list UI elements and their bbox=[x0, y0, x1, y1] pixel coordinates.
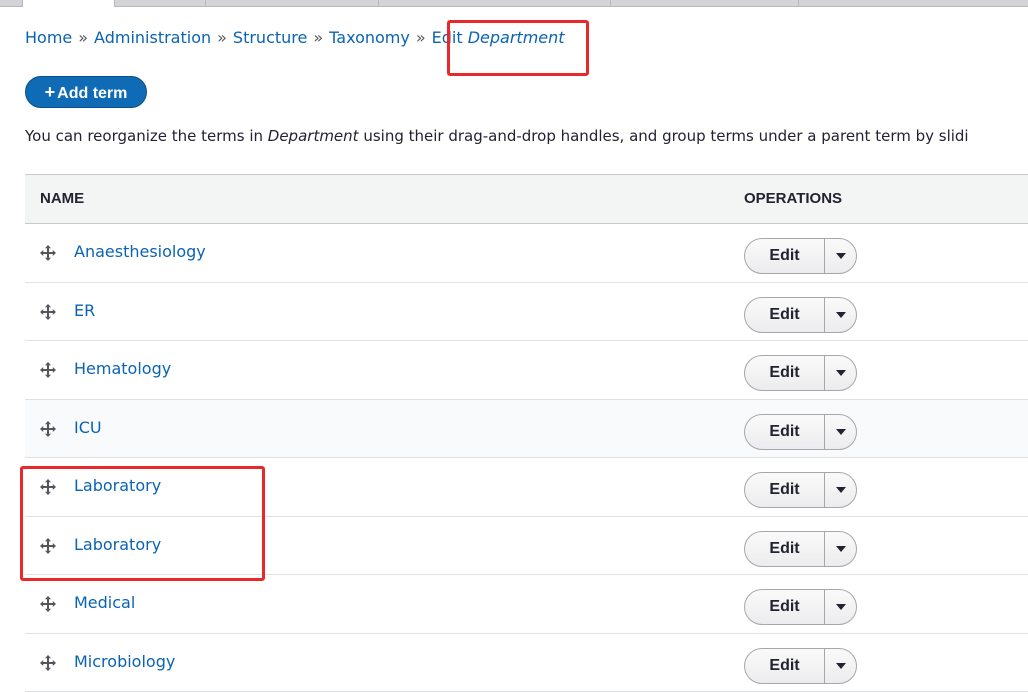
drag-handle-icon[interactable] bbox=[39, 244, 57, 262]
edit-button[interactable]: Edit bbox=[745, 415, 824, 449]
operations-dropbutton: Edit bbox=[744, 238, 857, 274]
dropbutton-toggle[interactable] bbox=[825, 532, 857, 566]
term-link[interactable]: Laboratory bbox=[74, 458, 161, 514]
breadcrumb-separator: » bbox=[410, 28, 432, 47]
operations-dropbutton: Edit bbox=[744, 355, 857, 391]
help-text-after: using their drag-and-drop handles, and g… bbox=[359, 127, 969, 145]
operations-dropbutton: Edit bbox=[744, 531, 857, 567]
edit-button[interactable]: Edit bbox=[745, 356, 824, 390]
drag-handle-icon[interactable] bbox=[39, 537, 57, 555]
edit-button[interactable]: Edit bbox=[745, 473, 824, 507]
dropbutton-toggle[interactable] bbox=[825, 298, 857, 332]
dropbutton-toggle[interactable] bbox=[825, 415, 857, 449]
breadcrumb-vocabulary: Department bbox=[468, 28, 565, 47]
tab-divider bbox=[798, 0, 799, 6]
help-text-vocabulary: Department bbox=[268, 127, 359, 145]
breadcrumb-edit[interactable]: Edit Department bbox=[432, 28, 565, 47]
breadcrumb-separator: » bbox=[307, 28, 329, 47]
dropbutton-toggle[interactable] bbox=[825, 473, 857, 507]
breadcrumb-structure[interactable]: Structure bbox=[233, 28, 307, 47]
operations-dropbutton: Edit bbox=[744, 589, 857, 625]
tab-divider bbox=[610, 0, 611, 6]
table-row: ICU Edit bbox=[25, 400, 1028, 459]
column-header-operations: OPERATIONS bbox=[744, 175, 842, 223]
help-text-before: You can reorganize the terms in bbox=[25, 127, 268, 145]
table-row: Laboratory Edit bbox=[25, 517, 1028, 576]
drag-handle-icon[interactable] bbox=[39, 303, 57, 321]
operations-dropbutton: Edit bbox=[744, 414, 857, 450]
drag-handle-icon[interactable] bbox=[39, 361, 57, 379]
operations-dropbutton: Edit bbox=[744, 472, 857, 508]
table-body: AnaesthesiologyEditEREditHematologyEditI… bbox=[25, 224, 1028, 692]
edit-button[interactable]: Edit bbox=[745, 239, 824, 273]
drag-handle-icon[interactable] bbox=[39, 654, 57, 672]
edit-button[interactable]: Edit bbox=[745, 590, 824, 624]
table-header: NAME OPERATIONS bbox=[25, 174, 1028, 224]
table-row: Laboratory Edit bbox=[25, 458, 1028, 517]
edit-button[interactable]: Edit bbox=[745, 649, 824, 683]
dropbutton-toggle[interactable] bbox=[825, 239, 857, 273]
add-term-label: Add term bbox=[57, 85, 127, 102]
table-row: Anaesthesiology Edit bbox=[25, 224, 1028, 283]
dropbutton-toggle[interactable] bbox=[825, 356, 857, 390]
term-link[interactable]: ER bbox=[74, 283, 95, 339]
term-link[interactable]: Laboratory bbox=[74, 517, 161, 573]
term-link[interactable]: ICU bbox=[74, 400, 102, 456]
term-link[interactable]: Hematology bbox=[74, 341, 171, 397]
term-link[interactable]: Anaesthesiology bbox=[74, 224, 206, 280]
table-row: ER Edit bbox=[25, 283, 1028, 342]
breadcrumb-edit-label: Edit bbox=[432, 28, 463, 47]
operations-dropbutton: Edit bbox=[744, 648, 857, 684]
table-row: Medical Edit bbox=[25, 575, 1028, 634]
help-text: You can reorganize the terms in Departme… bbox=[25, 125, 969, 147]
tab-active[interactable] bbox=[22, 0, 115, 7]
tabs-strip bbox=[0, 0, 1028, 7]
edit-button[interactable]: Edit bbox=[745, 532, 824, 566]
table-row: Hematology Edit bbox=[25, 341, 1028, 400]
dropbutton-toggle[interactable] bbox=[825, 590, 857, 624]
plus-icon: + bbox=[45, 82, 56, 102]
terms-table: NAME OPERATIONS Anaesthesiology Edit ER Edi… bbox=[25, 174, 1028, 692]
tab-divider bbox=[205, 0, 206, 6]
breadcrumb-administration[interactable]: Administration bbox=[94, 28, 211, 47]
term-link[interactable]: Microbiology bbox=[74, 634, 175, 690]
breadcrumb-home[interactable]: Home bbox=[25, 28, 72, 47]
column-header-name: NAME bbox=[40, 175, 84, 223]
table-row: Microbiology Edit bbox=[25, 634, 1028, 692]
drag-handle-icon[interactable] bbox=[39, 420, 57, 438]
dropbutton-toggle[interactable] bbox=[825, 649, 857, 683]
drag-handle-icon[interactable] bbox=[39, 595, 57, 613]
tab-divider bbox=[378, 0, 379, 6]
add-term-button[interactable]: +Add term bbox=[25, 76, 147, 108]
breadcrumb-taxonomy[interactable]: Taxonomy bbox=[329, 28, 410, 47]
term-link[interactable]: Medical bbox=[74, 575, 135, 631]
edit-button[interactable]: Edit bbox=[745, 298, 824, 332]
breadcrumb-separator: » bbox=[211, 28, 233, 47]
breadcrumb: Home»Administration»Structure»Taxonomy»E… bbox=[25, 27, 565, 49]
operations-dropbutton: Edit bbox=[744, 297, 857, 333]
breadcrumb-separator: » bbox=[72, 28, 94, 47]
drag-handle-icon[interactable] bbox=[39, 478, 57, 496]
